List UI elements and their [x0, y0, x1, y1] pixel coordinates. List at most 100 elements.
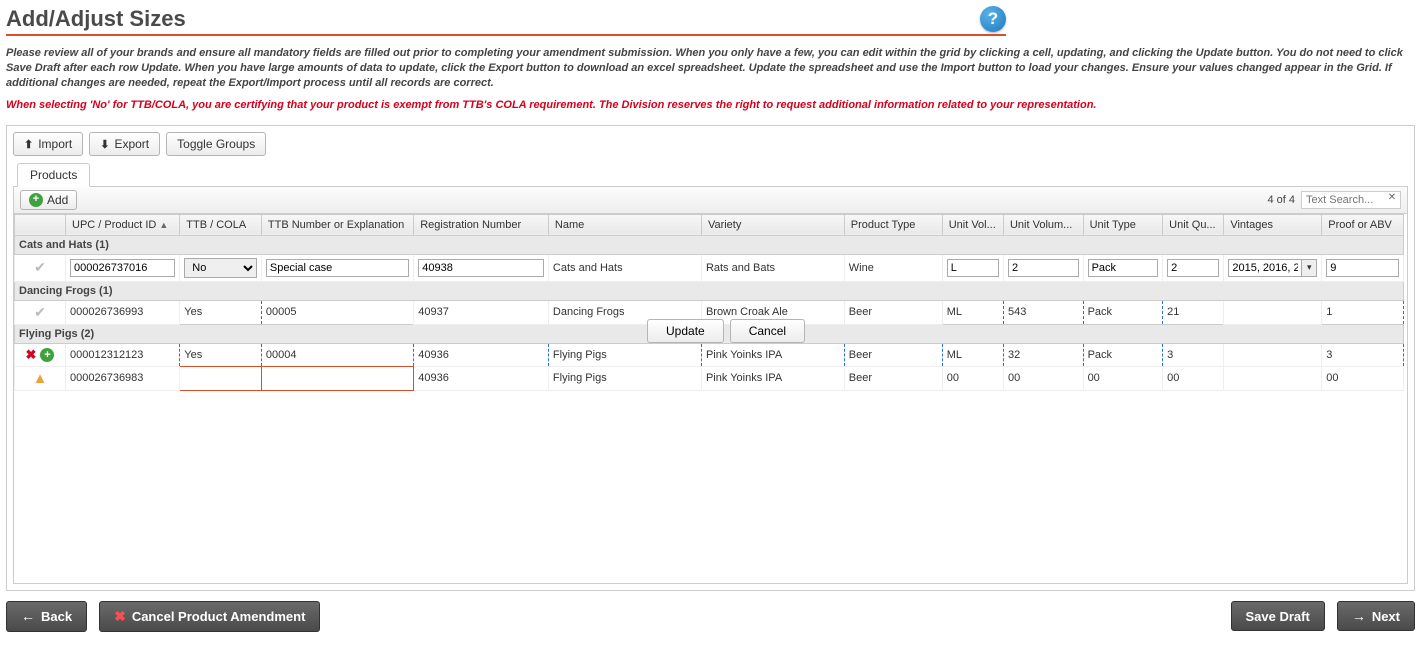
- table-row: ✔ No Yes Cats and Hats Rats and Bats Win…: [15, 254, 1404, 281]
- group-header[interactable]: Dancing Frogs (1): [15, 281, 1404, 300]
- record-count: 4 of 4: [1267, 194, 1295, 206]
- clear-search-icon[interactable]: ✕: [1385, 192, 1399, 206]
- cancel-row-button[interactable]: Cancel: [730, 319, 805, 343]
- product-type-cell: Beer: [844, 300, 942, 324]
- col-product-type[interactable]: Product Type: [844, 214, 942, 235]
- warning-icon: ▲: [33, 370, 48, 387]
- unit-type-cell[interactable]: 00: [1083, 366, 1163, 390]
- unit-qu-input[interactable]: [1167, 259, 1219, 277]
- product-type-cell: Wine: [844, 254, 942, 281]
- grid-container: UPC / Product ID ▲ TTB / COLA TTB Number…: [13, 214, 1408, 584]
- plus-icon: +: [29, 193, 43, 207]
- products-grid: UPC / Product ID ▲ TTB / COLA TTB Number…: [14, 214, 1404, 391]
- row-action-buttons: Update Cancel: [647, 319, 805, 343]
- vintages-cell[interactable]: [1224, 366, 1322, 390]
- unit-type-cell[interactable]: Pack: [1083, 343, 1163, 366]
- registration-input[interactable]: [418, 259, 544, 277]
- add-bar: + Add 4 of 4 ✕: [13, 187, 1408, 214]
- save-draft-label: Save Draft: [1246, 609, 1310, 624]
- col-ttb-number[interactable]: TTB Number or Explanation: [261, 214, 413, 235]
- unit-vol-cell[interactable]: ML: [942, 343, 1003, 366]
- ttb-number-cell[interactable]: 00004: [261, 343, 413, 366]
- ttb-cola-cell[interactable]: Yes: [180, 300, 262, 324]
- unit-vol-input[interactable]: [947, 259, 999, 277]
- unit-volume-cell[interactable]: 00: [1003, 366, 1083, 390]
- col-vintages[interactable]: Vintages: [1224, 214, 1322, 235]
- vintages-dropdown-icon[interactable]: ▾: [1301, 259, 1317, 277]
- unit-volume-cell[interactable]: 32: [1003, 343, 1083, 366]
- col-unit-vol[interactable]: Unit Vol...: [942, 214, 1003, 235]
- unit-vol-cell[interactable]: ML: [942, 300, 1003, 324]
- col-upc[interactable]: UPC / Product ID ▲: [66, 214, 180, 235]
- import-button[interactable]: Import: [13, 132, 83, 156]
- toolbar: Import Export Toggle Groups: [13, 132, 1408, 156]
- toggle-groups-button[interactable]: Toggle Groups: [166, 132, 266, 156]
- page-title: Add/Adjust Sizes: [6, 6, 186, 32]
- registration-cell[interactable]: 40937: [414, 300, 549, 324]
- product-type-cell[interactable]: Beer: [844, 343, 942, 366]
- variety-cell[interactable]: Pink Yoinks IPA: [701, 343, 844, 366]
- col-name[interactable]: Name: [548, 214, 701, 235]
- next-button[interactable]: → Next: [1337, 601, 1415, 631]
- unit-qu-cell[interactable]: 21: [1163, 300, 1224, 324]
- ttb-cola-cell[interactable]: Yes: [180, 343, 262, 366]
- registration-cell[interactable]: 40936: [414, 366, 549, 390]
- unit-type-cell[interactable]: Pack: [1083, 300, 1163, 324]
- col-unit-type[interactable]: Unit Type: [1083, 214, 1163, 235]
- header-row: UPC / Product ID ▲ TTB / COLA TTB Number…: [15, 214, 1404, 235]
- col-registration[interactable]: Registration Number: [414, 214, 549, 235]
- unit-vol-cell[interactable]: 00: [942, 366, 1003, 390]
- add-row-icon[interactable]: +: [40, 348, 54, 362]
- grid-panel: Import Export Toggle Groups Products + A…: [6, 125, 1415, 591]
- import-label: Import: [38, 137, 72, 151]
- proof-input[interactable]: [1326, 259, 1399, 277]
- check-icon: ✔: [34, 259, 46, 276]
- vintages-input[interactable]: [1228, 259, 1301, 277]
- unit-volume-cell[interactable]: 543: [1003, 300, 1083, 324]
- tab-products[interactable]: Products: [17, 163, 90, 187]
- add-button[interactable]: + Add: [20, 190, 77, 210]
- upc-cell[interactable]: 000026736983: [66, 366, 180, 390]
- back-button[interactable]: ← Back: [6, 601, 87, 632]
- col-ttb-cola[interactable]: TTB / COLA: [180, 214, 262, 235]
- variety-cell: Pink Yoinks IPA: [701, 366, 844, 390]
- unit-qu-cell[interactable]: 3: [1163, 343, 1224, 366]
- group-header[interactable]: Cats and Hats (1): [15, 235, 1404, 254]
- ttb-number-input[interactable]: [266, 259, 409, 277]
- ttb-number-cell[interactable]: 00005: [261, 300, 413, 324]
- close-icon: ✖: [114, 608, 126, 625]
- ttb-number-cell[interactable]: [261, 366, 413, 390]
- proof-cell[interactable]: 3: [1322, 343, 1404, 366]
- save-draft-button[interactable]: Save Draft: [1231, 601, 1325, 631]
- registration-cell[interactable]: 40936: [414, 343, 549, 366]
- unit-qu-cell[interactable]: 00: [1163, 366, 1224, 390]
- upc-input[interactable]: [70, 259, 175, 277]
- col-proof[interactable]: Proof or ABV: [1322, 214, 1404, 235]
- name-cell: Flying Pigs: [548, 366, 701, 390]
- upload-icon: [24, 137, 33, 151]
- proof-cell[interactable]: 1: [1322, 300, 1404, 324]
- delete-row-icon[interactable]: ✖: [26, 347, 37, 363]
- name-cell[interactable]: Flying Pigs: [548, 343, 701, 366]
- add-label: Add: [47, 193, 68, 207]
- upc-cell[interactable]: 000012312123: [66, 343, 180, 366]
- ttb-cola-cell[interactable]: [180, 366, 262, 390]
- download-icon: [100, 137, 109, 151]
- col-unit-qu[interactable]: Unit Qu...: [1163, 214, 1224, 235]
- export-label: Export: [114, 137, 149, 151]
- name-cell: Cats and Hats: [548, 254, 701, 281]
- warning-text: When selecting 'No' for TTB/COLA, you ar…: [6, 99, 1415, 111]
- help-icon[interactable]: ?: [980, 6, 1006, 32]
- cancel-amendment-button[interactable]: ✖ Cancel Product Amendment: [99, 601, 320, 632]
- unit-volume-input[interactable]: [1008, 259, 1079, 277]
- vintages-cell[interactable]: [1224, 343, 1322, 366]
- ttb-cola-select[interactable]: No Yes: [184, 258, 257, 278]
- col-unit-volume[interactable]: Unit Volum...: [1003, 214, 1083, 235]
- export-button[interactable]: Export: [89, 132, 160, 156]
- proof-cell[interactable]: 00: [1322, 366, 1404, 390]
- update-row-button[interactable]: Update: [647, 319, 724, 343]
- upc-cell[interactable]: 000026736993: [66, 300, 180, 324]
- col-variety[interactable]: Variety: [701, 214, 844, 235]
- unit-type-input[interactable]: [1088, 259, 1159, 277]
- vintages-cell[interactable]: [1224, 300, 1322, 324]
